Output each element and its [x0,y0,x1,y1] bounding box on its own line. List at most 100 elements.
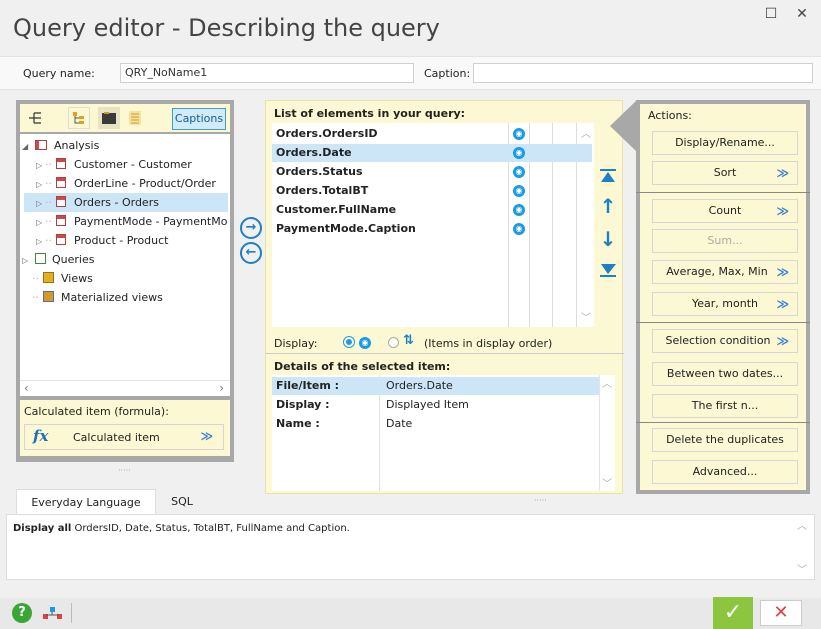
details-row[interactable]: File/Item : Orders.Date [272,377,615,395]
scroll-down-icon[interactable]: ﹀ [797,561,807,576]
scroll-up-icon[interactable]: ︿ [581,125,591,140]
button-label: Display/Rename... [675,136,775,149]
table-icon [55,234,66,245]
help-icon[interactable]: ? [12,603,32,623]
element-label: Orders.OrdersID [276,127,378,140]
element-row[interactable]: Orders.OrdersID ◉ [272,125,592,143]
chevron-down-icon: ≫ [776,204,789,218]
expand-tree-icon[interactable] [68,107,90,129]
eye-icon[interactable]: ◉ [513,128,525,140]
details-row[interactable]: Display : Displayed Item [272,396,615,414]
query-name-input[interactable]: QRY_NoName1 [120,63,414,83]
element-row[interactable]: Orders.TotalBT ◉ [272,182,592,200]
tree-item-customer[interactable]: ▷ ·· Customer - Customer [36,155,228,174]
tree-item-queries[interactable]: ▷ Queries [22,250,228,269]
eye-icon[interactable]: ◉ [513,223,525,235]
collapsed-triangle-icon: ▷ [36,237,43,246]
element-row[interactable]: Orders.Status ◉ [272,163,592,181]
eye-icon[interactable]: ◉ [513,204,525,216]
tree-item-views[interactable]: ·· Views [32,269,228,288]
element-label: PaymentMode.Caption [276,222,416,235]
description-prefix: Display all [13,523,72,534]
scroll-down-icon[interactable]: ﹀ [581,309,591,324]
scroll-down-icon[interactable]: ﹀ [602,475,612,490]
display-order-radio[interactable] [388,337,399,348]
tab-everyday-language[interactable]: Everyday Language [16,489,156,515]
queries-icon [34,253,46,264]
sum-button[interactable]: Sum... [652,229,798,253]
details-row[interactable]: Name : Date [272,415,615,433]
element-label: Customer.FullName [276,203,397,216]
tree-item-orders[interactable]: ▷ ·· Orders - Orders [24,193,228,212]
count-button[interactable]: Count ≫ [652,199,798,223]
display-visible-radio[interactable] [344,337,354,347]
first-n-button[interactable]: The first n... [652,394,798,418]
analysis-icon [34,140,47,150]
advanced-button[interactable]: Advanced... [652,460,798,484]
fx-icon: fx [33,427,49,445]
element-label: Orders.Date [276,146,352,159]
delete-duplicates-button[interactable]: Delete the duplicates [652,428,798,452]
table-icon [55,215,66,226]
tree-item-product[interactable]: ▷ ·· Product - Product [36,231,228,250]
selection-condition-button[interactable]: Selection condition ≫ [652,329,798,353]
diagram-icon[interactable] [42,606,64,620]
button-label: Count [708,204,742,217]
move-to-top-icon[interactable] [600,169,616,183]
tree-view: ◢ Analysis ▷ ·· Customer - Customer ▷ ·· O… [20,134,230,396]
between-two-dates-button[interactable]: Between two dates... [652,362,798,386]
materialized-views-icon [42,291,54,302]
calculated-item-button[interactable]: fx Calculated item ≫ [24,424,224,450]
tree-item-analysis[interactable]: ◢ Analysis [22,136,228,155]
element-row[interactable]: Orders.Date ◉ [272,144,592,162]
cancel-button[interactable]: ✕ [760,600,802,626]
move-to-bottom-icon[interactable] [600,263,616,277]
button-label: Advanced... [692,465,758,478]
element-row[interactable]: PaymentMode.Caption ◉ [272,220,592,238]
splitter-handle[interactable]: ····· [534,496,547,505]
eye-icon[interactable]: ◉ [513,147,525,159]
element-row[interactable]: Customer.FullName ◉ [272,201,592,219]
collapsed-triangle-icon: ▷ [36,218,43,227]
display-rename-button[interactable]: Display/Rename... [652,131,798,155]
remove-item-button[interactable]: ← [240,242,262,264]
tree-item-label: PaymentMode - PaymentMod [74,215,228,228]
details-table: File/Item : Orders.Date Display : Displa… [272,375,615,491]
scroll-right-icon[interactable]: › [219,381,224,395]
close-button[interactable]: ✕ [790,4,814,24]
button-label: Sort [713,166,737,179]
move-up-icon[interactable]: ↑ [598,196,618,216]
folder-view-icon[interactable] [98,107,120,129]
add-item-button[interactable]: → [240,217,262,239]
captions-toggle-button[interactable]: Captions [172,108,226,130]
maximize-button[interactable]: ☐ [759,4,783,24]
collapse-tree-icon[interactable] [24,107,46,129]
scroll-up-icon[interactable]: ︿ [797,517,807,532]
year-month-button[interactable]: Year, month ≫ [652,292,798,316]
caption-input[interactable] [473,63,813,83]
eye-icon: ◉ [359,337,371,349]
tree-horizontal-scrollbar[interactable]: ‹ › [20,380,230,396]
eye-icon[interactable]: ◉ [513,166,525,178]
button-label: Delete the duplicates [666,433,784,446]
splitter-handle[interactable]: ····· [118,466,131,475]
list-view-icon[interactable] [124,107,146,129]
details-header: Details of the selected item: [274,360,451,373]
scroll-up-icon[interactable]: ︿ [602,375,612,390]
sort-button[interactable]: Sort ≫ [652,161,798,185]
tab-sql[interactable]: SQL [160,489,204,515]
details-scrollbar[interactable]: ︿ ﹀ [599,375,615,491]
tree-item-paymentmode[interactable]: ▷ ·· PaymentMode - PaymentMod [36,212,228,231]
tree-item-label: Queries [52,253,95,266]
caption-label: Caption: [424,67,471,80]
ok-button[interactable]: ✓ [713,597,753,629]
element-label: Orders.TotalBT [276,184,369,197]
move-down-icon[interactable]: ↓ [598,229,618,249]
average-max-min-button[interactable]: Average, Max, Min ≫ [652,260,798,284]
collapsed-triangle-icon: ▷ [36,180,43,189]
button-label: The first n... [691,399,759,412]
scroll-left-icon[interactable]: ‹ [24,381,29,395]
tree-item-orderline[interactable]: ▷ ·· OrderLine - Product/Order [36,174,228,193]
tree-item-materialized-views[interactable]: ·· Materialized views [32,288,228,307]
eye-icon[interactable]: ◉ [513,185,525,197]
